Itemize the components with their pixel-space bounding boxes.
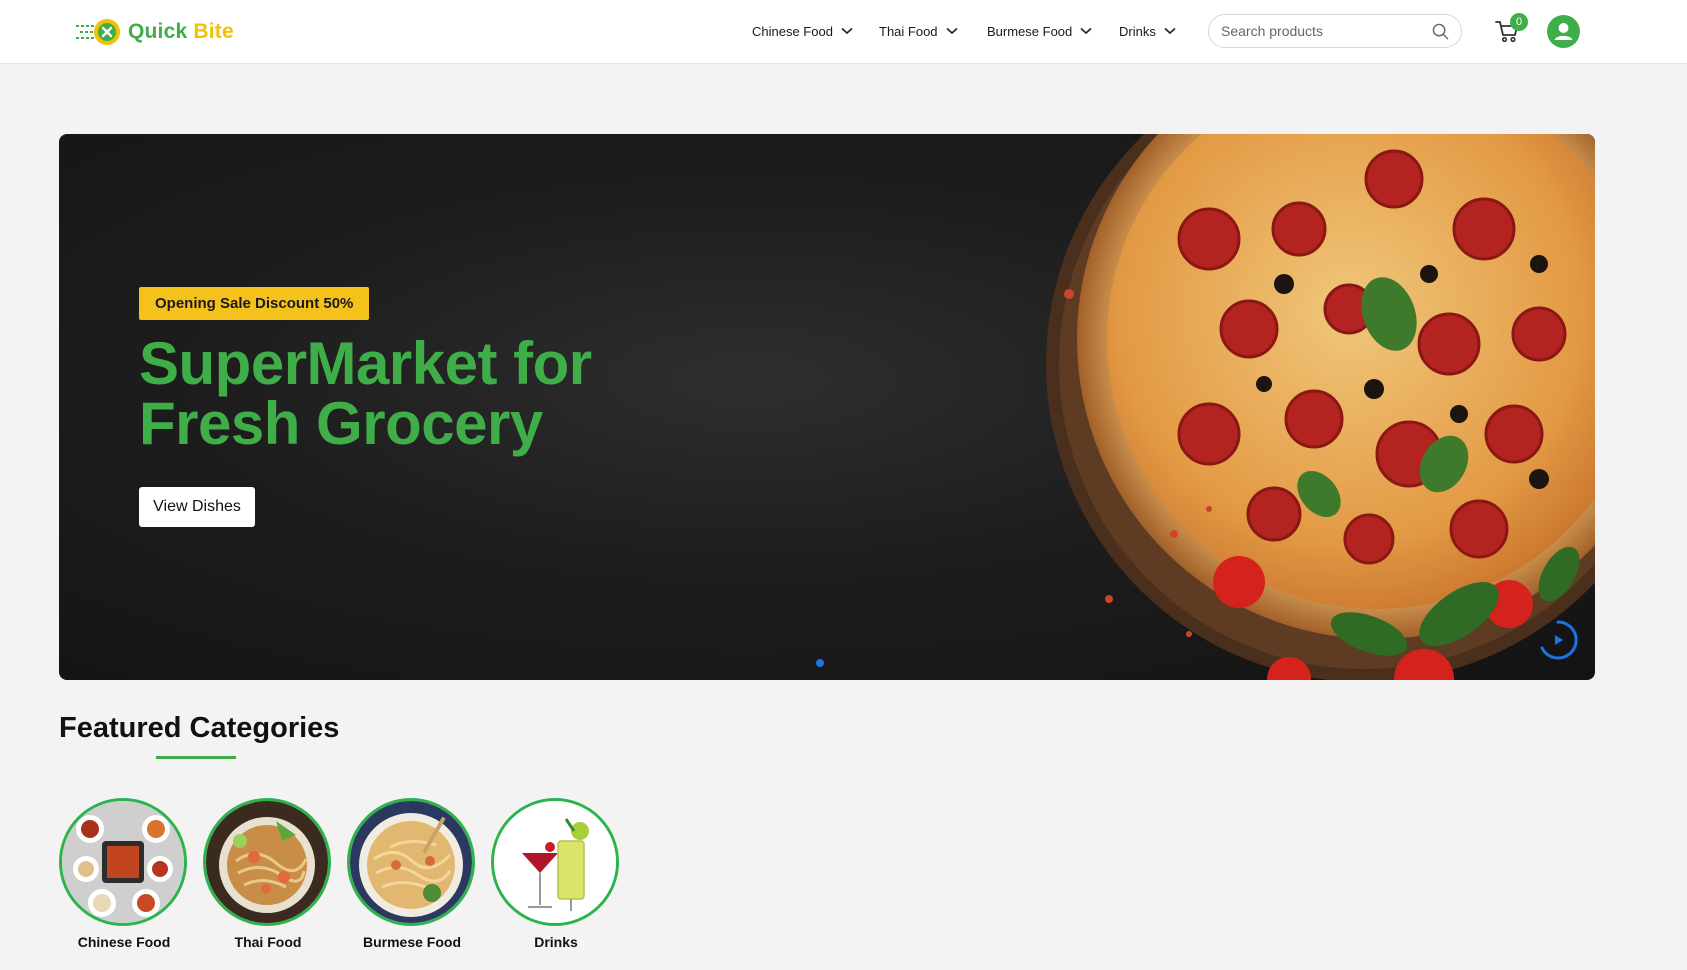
site-header: Quick Bite Chinese Food Thai Food Burmese…: [0, 0, 1687, 64]
category-image: [203, 798, 331, 926]
user-avatar-icon: [1554, 23, 1573, 40]
cart-count-badge: 0: [1510, 13, 1528, 31]
category-label: Thai Food: [234, 934, 302, 950]
chevron-down-icon: [1080, 27, 1092, 35]
hero-title-line1: SuperMarket for: [139, 330, 592, 397]
user-avatar[interactable]: [1547, 15, 1580, 48]
category-image: [347, 798, 475, 926]
nav-item-chinese-food[interactable]: Chinese Food: [752, 18, 853, 44]
brand-name-part1: Quick: [128, 20, 188, 43]
search-box: [1208, 14, 1462, 48]
logo-icon: [76, 19, 120, 45]
category-image: [491, 798, 619, 926]
carousel-dot[interactable]: [816, 659, 824, 667]
brand-logo[interactable]: Quick Bite: [74, 14, 234, 50]
category-card-chinese-food[interactable]: Chinese Food: [59, 798, 189, 950]
chinese-food-image: [62, 801, 184, 923]
nav-item-label: Thai Food: [879, 23, 938, 39]
section-underline: [156, 756, 236, 759]
nav-item-burmese-food[interactable]: Burmese Food: [987, 18, 1092, 44]
chevron-down-icon: [946, 27, 958, 35]
category-image: [59, 798, 187, 926]
nav-item-label: Burmese Food: [987, 23, 1073, 39]
autoplay-progress-icon[interactable]: [1536, 618, 1580, 662]
chevron-down-icon: [841, 27, 853, 35]
drinks-image: [494, 801, 616, 923]
search-input[interactable]: [1221, 21, 1421, 41]
view-dishes-button[interactable]: View Dishes: [139, 487, 255, 527]
burmese-food-image: [350, 801, 472, 923]
hero-title: SuperMarket for Fresh Grocery: [139, 334, 699, 454]
promo-badge: Opening Sale Discount 50%: [139, 287, 370, 320]
category-card-thai-food[interactable]: Thai Food: [203, 798, 333, 950]
search-icon[interactable]: [1432, 23, 1449, 40]
nav-item-label: Drinks: [1119, 23, 1156, 39]
hero-title-line2: Fresh Grocery: [139, 390, 543, 457]
chevron-down-icon: [1164, 27, 1176, 35]
category-label: Burmese Food: [362, 934, 461, 950]
category-card-drinks[interactable]: Drinks: [491, 798, 621, 950]
nav-item-thai-food[interactable]: Thai Food: [879, 18, 958, 44]
nav-item-label: Chinese Food: [752, 23, 833, 39]
brand-name-part2: Bite: [193, 20, 234, 43]
thai-food-image: [206, 801, 328, 923]
category-label: Chinese Food: [77, 934, 171, 950]
brand-name: Quick Bite: [128, 20, 234, 44]
section-title: Featured Categories: [59, 712, 340, 744]
hero-banner: Opening Sale Discount 50% SuperMarket fo…: [59, 134, 1595, 680]
category-label: Drinks: [534, 934, 578, 950]
category-card-burmese-food[interactable]: Burmese Food: [347, 798, 477, 950]
nav-item-drinks[interactable]: Drinks: [1119, 18, 1176, 44]
